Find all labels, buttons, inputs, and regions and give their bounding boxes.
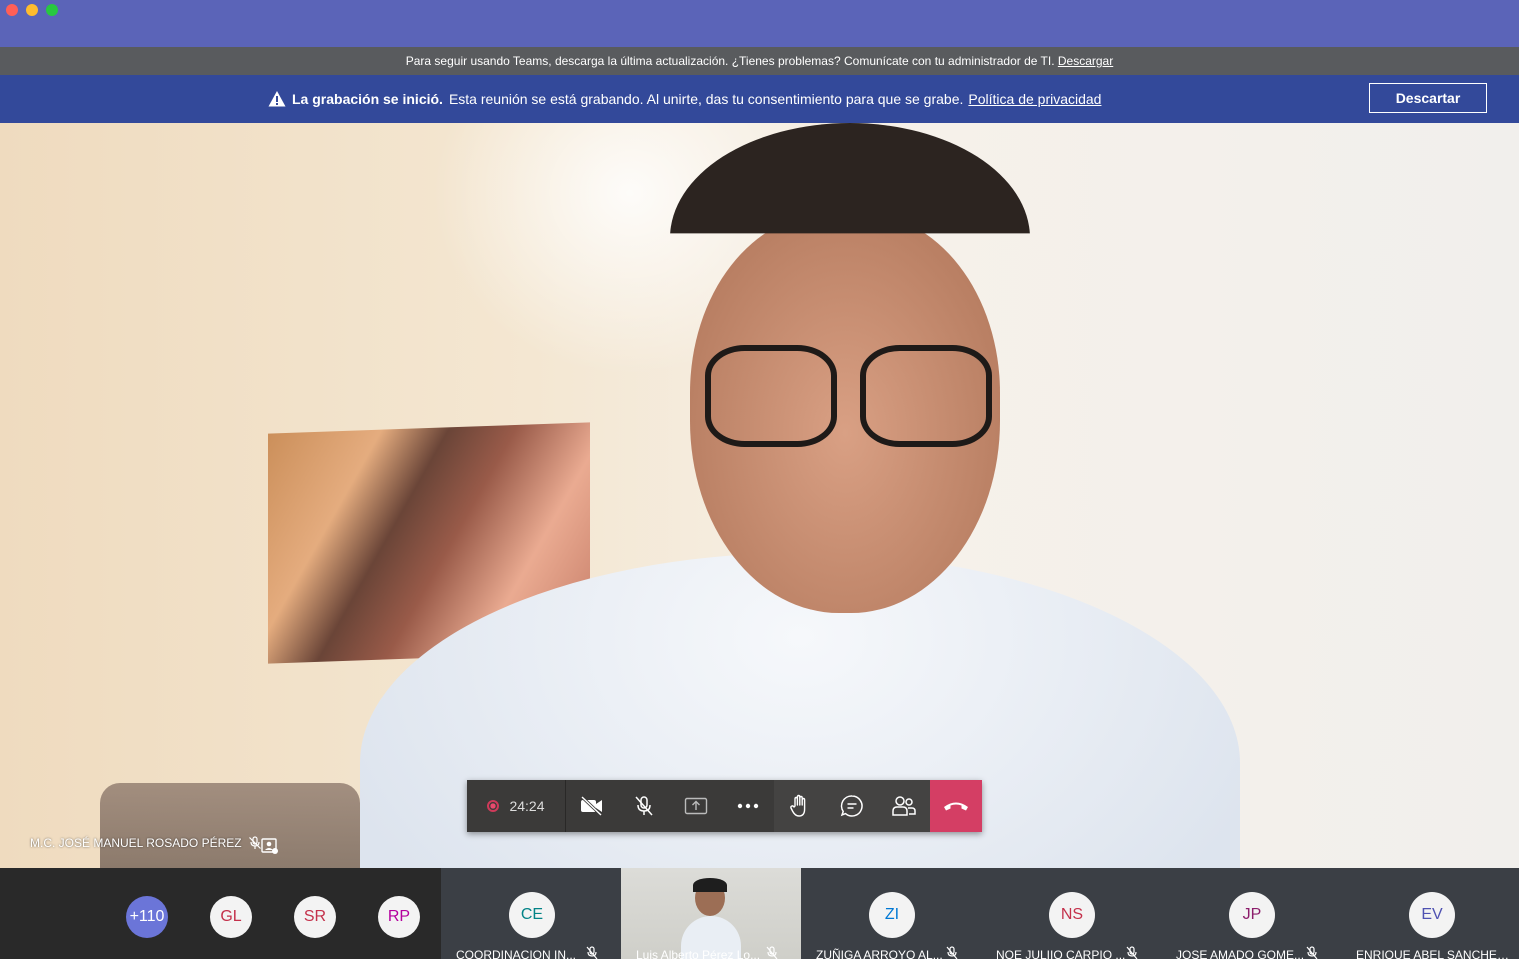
mic-off-icon [1306,946,1318,959]
glasses-right-lens [860,345,992,447]
participant-tile[interactable]: NS NOE JULIIO CARPIO ... [981,868,1161,959]
main-video-feed: M.C. JOSÉ MANUEL ROSADO PÉREZ [0,123,1519,868]
participant-video-tile[interactable]: Luis Alberto Pérez Lo... [621,868,801,959]
meeting-duration: 24:24 [509,798,545,814]
participant-name: NOE JULIIO CARPIO ... [996,948,1126,959]
overflow-participants-button[interactable]: +110 [126,896,168,938]
window-title-bar [0,0,1519,47]
participant-name: ZUÑIGA ARROYO AL... [816,948,943,959]
participant-tile[interactable]: EV ENRIQUE ABEL SANCHEZ ... [1341,868,1519,959]
raise-hand-button[interactable] [774,780,826,832]
ellipsis-icon [737,803,759,809]
phone-hangup-icon [944,802,968,811]
participant-tile[interactable]: ZI ZUÑIGA ARROYO AL... [801,868,981,959]
participant-video-feed [681,876,741,959]
window-close-button[interactable] [6,4,18,16]
secondary-controls [774,780,930,832]
participant-avatar: EV [1409,892,1455,938]
download-link[interactable]: Descargar [1058,54,1113,68]
privacy-policy-link[interactable]: Política de privacidad [968,91,1101,107]
participant-avatar: CE [509,892,555,938]
chat-button[interactable] [826,780,878,832]
participant-avatar: NS [1049,892,1095,938]
share-screen-button[interactable] [670,780,722,832]
participant-name: JOSE AMADO GOME... [1176,948,1305,959]
participants-button[interactable] [878,780,930,832]
participant-avatar: ZI [869,892,915,938]
pinned-participant-icon[interactable] [261,837,279,855]
mic-off-icon [248,836,261,849]
camera-off-icon [580,796,603,816]
update-message: Para seguir usando Teams, descarga la úl… [405,54,1055,68]
recording-indicator-icon [487,800,500,812]
participant-avatar-gl[interactable]: GL [210,896,252,938]
mic-off-icon [586,946,598,959]
participant-avatar-sr[interactable]: SR [294,896,336,938]
mic-toggle-button[interactable] [618,780,670,832]
hand-icon [790,794,806,817]
glasses-left-lens [705,345,837,447]
recording-message: La grabación se inició. Esta reunión se … [268,75,1101,123]
camera-toggle-button[interactable] [566,780,618,832]
participant-name: COORDINACION IN... [456,948,577,959]
share-tray-icon [684,797,708,815]
mic-off-icon [766,946,778,959]
participant-avatar-rp[interactable]: RP [378,896,420,938]
update-notification-bar: Para seguir usando Teams, descarga la úl… [0,47,1519,75]
recording-text: Esta reunión se está grabando. Al unirte… [448,91,964,107]
speaker-label: M.C. JOSÉ MANUEL ROSADO PÉREZ [30,835,262,851]
dismiss-button[interactable]: Descartar [1369,83,1487,113]
window-minimize-button[interactable] [26,4,38,16]
participant-tile[interactable]: JP JOSE AMADO GOME... [1161,868,1341,959]
people-icon [892,796,916,816]
participant-avatar: JP [1229,892,1275,938]
recording-banner: La grabación se inició. Esta reunión se … [0,75,1519,123]
warning-icon [268,91,286,107]
window-maximize-button[interactable] [46,4,58,16]
more-actions-button[interactable] [722,780,774,832]
recording-timer: 24:24 [467,780,566,832]
participant-video-hair [693,878,727,892]
participant-name: ENRIQUE ABEL SANCHEZ ... [1356,948,1516,959]
hang-up-button[interactable] [930,780,982,832]
chat-bubble-icon [840,795,863,817]
mic-off-icon [1126,946,1138,959]
background-sofa [100,783,360,868]
participant-name: Luis Alberto Pérez Lo... [636,948,761,959]
recording-title: La grabación se inició. [292,91,443,107]
microphone-off-icon [635,796,653,816]
speaker-name: M.C. JOSÉ MANUEL ROSADO PÉREZ [30,836,242,850]
mic-off-icon [946,946,958,959]
meeting-control-bar: 24:24 [467,780,982,832]
participant-tile[interactable]: CE COORDINACION IN... [441,868,621,959]
